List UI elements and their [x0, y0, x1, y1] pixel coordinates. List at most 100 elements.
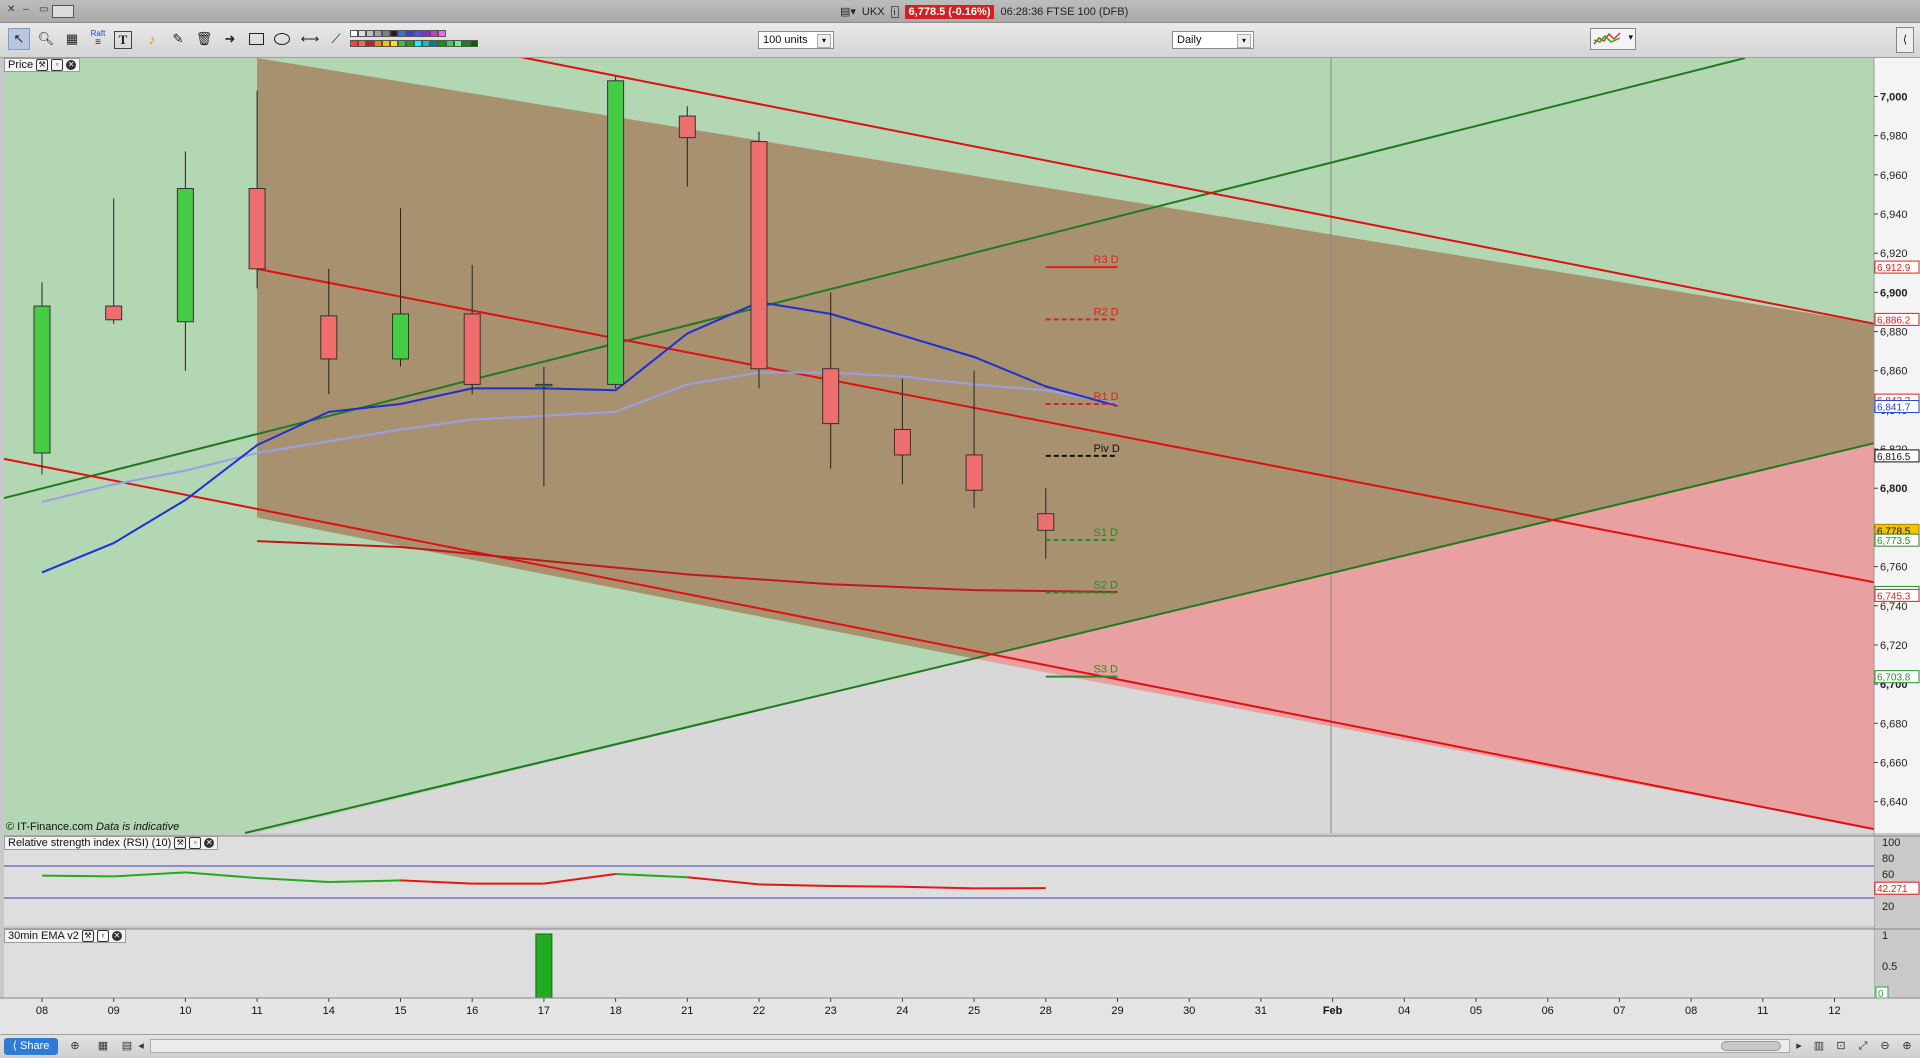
color-swatch[interactable] — [422, 40, 430, 47]
draw-pen-icon[interactable]: ✎ — [168, 29, 188, 49]
color-swatch[interactable] — [382, 40, 390, 47]
color-swatch[interactable] — [438, 30, 446, 37]
keyboard-icon[interactable] — [52, 5, 74, 18]
close-panel-icon[interactable]: ✕ — [204, 838, 214, 848]
share-label: Share — [20, 1040, 49, 1052]
trend-line-icon[interactable]: ⟋ — [326, 29, 346, 49]
ema30-panel — [4, 929, 1874, 998]
scrollbar-thumb[interactable] — [1721, 1041, 1781, 1051]
close-panel-icon[interactable]: ✕ — [112, 931, 122, 941]
color-swatch[interactable] — [430, 40, 438, 47]
color-swatch[interactable] — [366, 30, 374, 37]
zoom-icon[interactable]: 🔍︎ — [36, 29, 56, 49]
side-panel-toggle[interactable]: ⟨ — [1896, 27, 1914, 53]
indicator-chart-icon — [1593, 30, 1623, 48]
color-swatch[interactable] — [454, 40, 462, 47]
pointer-icon[interactable]: ↖ — [8, 28, 30, 50]
color-swatch[interactable] — [406, 30, 414, 37]
share-button[interactable]: ⟨ Share — [4, 1038, 58, 1055]
zoom-out-icon[interactable]: ⊖ — [1878, 1039, 1892, 1053]
chevron-down-icon[interactable]: ▾ — [1628, 32, 1633, 43]
y-tick-label: 6,860 — [1880, 366, 1908, 378]
chevron-down-icon[interactable]: ▾ — [817, 34, 831, 48]
settings-wrench-icon[interactable]: ⚒ — [82, 930, 94, 942]
color-swatch[interactable] — [366, 40, 374, 47]
color-swatch[interactable] — [414, 30, 422, 37]
rectangle-icon[interactable] — [246, 29, 266, 49]
x-tick-label: 24 — [896, 1005, 908, 1017]
maximize-panel-icon[interactable]: ▫ — [51, 59, 63, 71]
pivot-label: S2 D — [1094, 579, 1119, 591]
scroll-left-icon[interactable]: ◂ — [134, 1039, 148, 1053]
restore-window-icon[interactable]: ▭ — [39, 6, 47, 14]
period-select-value: Daily — [1177, 34, 1201, 46]
ellipse-icon[interactable] — [272, 29, 292, 49]
price-badge-label: 6,703.8 — [1877, 673, 1911, 684]
rsi-panel-label: Relative strength index (RSI) (10) — [8, 836, 171, 850]
chart-svg[interactable]: R3 DR2 DR1 DPiv DS1 DS2 DS3 D7,0006,9806… — [0, 58, 1920, 1034]
y-tick-label: 6,740 — [1880, 601, 1908, 613]
bear-candle — [321, 316, 337, 359]
indicators-button[interactable]: ▾ — [1590, 28, 1636, 50]
x-tick-label: 16 — [466, 1005, 478, 1017]
zoom-in-icon[interactable]: ⊕ — [1900, 1039, 1914, 1053]
x-tick-label: 17 — [538, 1005, 550, 1017]
chart-type-icon[interactable]: ▦ — [62, 29, 82, 49]
scroll-right-icon[interactable]: ▸ — [1792, 1039, 1806, 1053]
color-swatch[interactable] — [390, 40, 398, 47]
color-swatch[interactable] — [390, 30, 398, 37]
color-swatch[interactable] — [470, 40, 478, 47]
alert-bell-icon[interactable]: ♪ — [142, 29, 162, 49]
rsi-tick-label: 100 — [1882, 837, 1900, 849]
x-tick-label: Feb — [1323, 1005, 1343, 1017]
share-icon: ⟨ — [13, 1040, 17, 1052]
color-swatch[interactable] — [358, 30, 366, 37]
table-icon[interactable]: ▤ — [120, 1039, 134, 1053]
color-swatch[interactable] — [398, 30, 406, 37]
color-swatch[interactable] — [382, 30, 390, 37]
minimize-window-icon[interactable]: – — [23, 6, 31, 14]
zoom-reset-icon[interactable]: ⤢ — [1856, 1039, 1870, 1053]
horizontal-scrollbar[interactable] — [150, 1039, 1790, 1053]
text-tool-icon[interactable]: T — [114, 31, 132, 49]
layout-icon[interactable]: ▦ — [96, 1039, 110, 1053]
fibonacci-icon[interactable]: Raft ≡ — [88, 29, 108, 49]
chart-mode-icon[interactable]: ▥ — [1812, 1039, 1826, 1053]
x-tick-label: 11 — [251, 1005, 262, 1017]
info-icon[interactable]: i — [891, 6, 899, 18]
color-swatch[interactable] — [350, 40, 358, 47]
period-select[interactable]: Daily ▾ — [1172, 31, 1254, 49]
bull-candle — [34, 306, 50, 453]
close-panel-icon[interactable]: ✕ — [66, 60, 76, 70]
chevron-down-icon[interactable]: ▾ — [1237, 34, 1251, 48]
arrow-icon[interactable]: ➜ — [220, 29, 240, 49]
settings-wrench-icon[interactable]: ⚒ — [36, 59, 48, 71]
color-swatch[interactable] — [358, 40, 366, 47]
x-tick-label: 30 — [1183, 1005, 1195, 1017]
color-swatch[interactable] — [406, 40, 414, 47]
x-tick-label: 29 — [1111, 1005, 1123, 1017]
color-swatch[interactable] — [398, 40, 406, 47]
maximize-panel-icon[interactable]: ▫ — [97, 930, 109, 942]
pivot-label: S3 D — [1094, 664, 1119, 676]
settings-wrench-icon[interactable]: ⚒ — [174, 837, 186, 849]
color-swatch[interactable] — [462, 40, 470, 47]
trash-icon[interactable]: 🗑︎ — [194, 29, 214, 49]
color-swatch[interactable] — [438, 40, 446, 47]
color-swatch[interactable] — [374, 30, 382, 37]
color-swatch[interactable] — [430, 30, 438, 37]
close-window-icon[interactable]: ✕ — [7, 6, 15, 14]
zoom-area-icon[interactable]: ⊡ — [1834, 1039, 1848, 1053]
color-swatch[interactable] — [350, 30, 358, 37]
link-icon[interactable]: ⊕ — [68, 1039, 82, 1053]
horizontal-line-icon[interactable]: ⟷ — [300, 29, 320, 49]
maximize-panel-icon[interactable]: ▫ — [189, 837, 201, 849]
color-swatch[interactable] — [414, 40, 422, 47]
price-panel-header: Price ⚒ ▫ ✕ — [4, 58, 80, 72]
color-swatch[interactable] — [446, 40, 454, 47]
color-swatch[interactable] — [374, 40, 382, 47]
color-swatch[interactable] — [422, 30, 430, 37]
units-select[interactable]: 100 units ▾ — [758, 31, 834, 49]
x-tick-label: 06 — [1542, 1005, 1554, 1017]
chart-area[interactable]: R3 DR2 DR1 DPiv DS1 DS2 DS3 D7,0006,9806… — [0, 58, 1920, 1034]
